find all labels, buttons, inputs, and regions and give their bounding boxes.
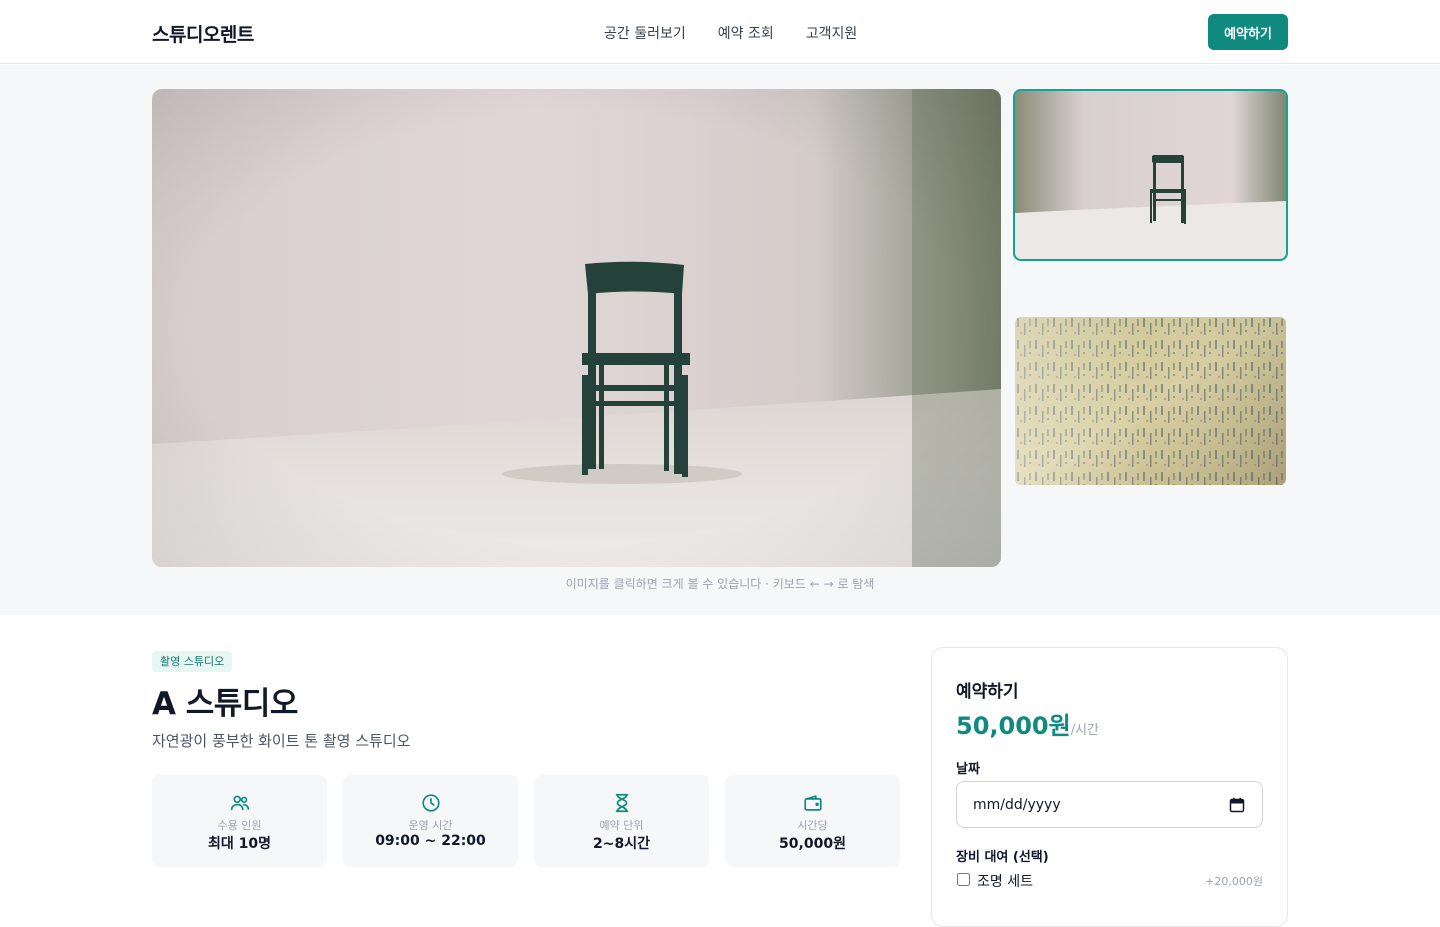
equipment-name: 조명 세트 bbox=[977, 874, 1033, 890]
booking-price: 50,000원/시간 bbox=[956, 706, 1099, 741]
clock-icon bbox=[422, 794, 440, 812]
chair-photo-image bbox=[152, 89, 1001, 567]
gallery-hint: 이미지를 클릭하면 크게 볼 수 있습니다 · 키보드 ← → 로 탐색 bbox=[565, 577, 875, 591]
info-label: 운영 시간 bbox=[408, 819, 453, 832]
info-card-unit: 예약 단위 2~8시간 bbox=[534, 775, 709, 867]
studio-title: A 스튜디오 bbox=[152, 686, 298, 722]
category-badge: 촬영 스튜디오 bbox=[152, 651, 233, 672]
hourglass-icon bbox=[615, 793, 629, 813]
info-label: 수용 인원 bbox=[217, 819, 262, 832]
info-value: 09:00 ~ 22:00 bbox=[375, 833, 486, 849]
thumbnail-chair[interactable] bbox=[1015, 91, 1286, 259]
thumbnail-texture-wall[interactable] bbox=[1015, 317, 1286, 485]
equipment-extra-price: +20,000원 bbox=[1205, 875, 1263, 888]
equipment-label: 장비 대여 (선택) bbox=[956, 850, 1049, 865]
info-label: 시간당 bbox=[797, 819, 828, 832]
nav-item-reservation-lookup[interactable]: 예약 조회 bbox=[718, 23, 774, 43]
info-card-hours: 운영 시간 09:00 ~ 22:00 bbox=[343, 775, 518, 867]
equipment-option-lighting[interactable]: 조명 세트 +20,000원 bbox=[956, 870, 1263, 890]
info-label: 예약 단위 bbox=[599, 819, 644, 832]
texture-thumbnail-image bbox=[1015, 317, 1286, 485]
price-unit: /시간 bbox=[1070, 723, 1100, 738]
brand-logo[interactable]: 스튜디오렌트 bbox=[152, 20, 254, 47]
photo-gallery: 이미지를 클릭하면 크게 볼 수 있습니다 · 키보드 ← → 로 탐색 bbox=[0, 65, 1440, 615]
info-value: 2~8시간 bbox=[593, 836, 650, 852]
info-card-price: 시간당 50,000원 bbox=[725, 775, 900, 867]
info-value: 50,000원 bbox=[779, 836, 846, 852]
nav-item-browse[interactable]: 공간 둘러보기 bbox=[604, 23, 686, 43]
main-nav: 공간 둘러보기 예약 조회 고객지원 bbox=[604, 23, 857, 43]
price-amount: 50,000원 bbox=[956, 712, 1071, 740]
nav-item-support[interactable]: 고객지원 bbox=[806, 23, 858, 43]
wallet-icon bbox=[804, 795, 822, 811]
main-photo-chair[interactable] bbox=[152, 89, 1001, 567]
info-card-capacity: 수용 인원 최대 10명 bbox=[152, 775, 327, 867]
date-label: 날짜 bbox=[956, 762, 980, 777]
people-icon bbox=[230, 795, 250, 811]
booking-heading: 예약하기 bbox=[956, 682, 1019, 702]
site-header: 스튜디오렌트 공간 둘러보기 예약 조회 고객지원 예약하기 bbox=[0, 0, 1440, 64]
header-book-button[interactable]: 예약하기 bbox=[1208, 14, 1288, 50]
booking-card: 예약하기 50,000원/시간 날짜 장비 대여 (선택) 조명 세트 +20,… bbox=[931, 647, 1288, 927]
studio-tagline: 자연광이 풍부한 화이트 톤 촬영 스튜디오 bbox=[152, 732, 411, 750]
date-input[interactable] bbox=[956, 781, 1263, 828]
chair-thumbnail-image bbox=[1015, 91, 1286, 259]
info-value: 최대 10명 bbox=[208, 836, 271, 852]
equipment-checkbox[interactable] bbox=[957, 873, 970, 886]
